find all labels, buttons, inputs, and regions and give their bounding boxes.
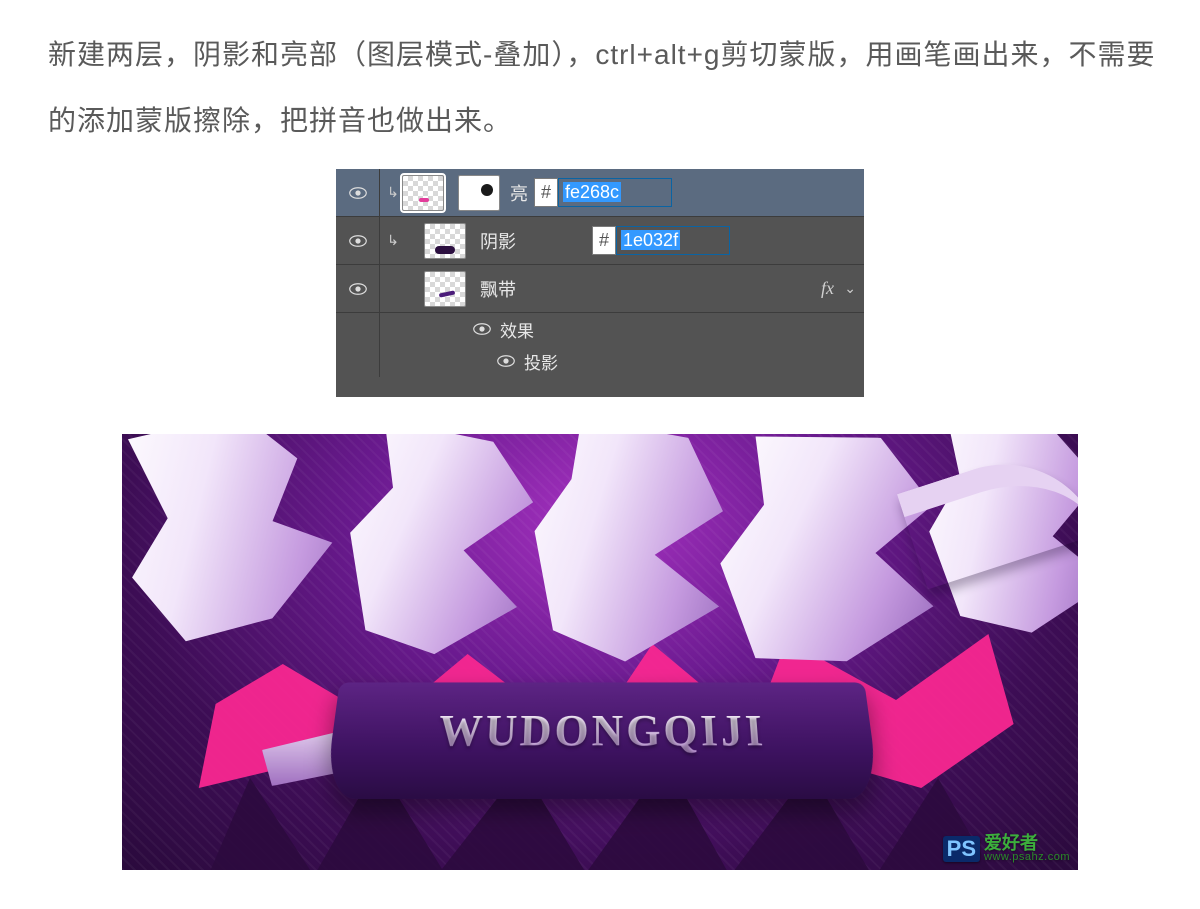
hex-color-input[interactable]: fe268c xyxy=(558,178,672,207)
ribbon-glyph xyxy=(516,434,749,672)
visibility-toggle[interactable] xyxy=(336,169,380,216)
watermark-line1: 爱好者 xyxy=(984,834,1070,853)
hex-color-input[interactable]: 1e032f xyxy=(616,226,730,255)
layers-panel: ↳ 亮 # fe268c ↳ 阴影 # 1e032f 飘带 fx ⌄ xyxy=(336,169,864,397)
layer-thumbnail[interactable] xyxy=(424,271,466,307)
effects-label: 效果 xyxy=(500,317,534,342)
visibility-toggle[interactable] xyxy=(336,265,380,312)
effects-row[interactable]: 效果 xyxy=(336,313,864,345)
layer-name-label: 亮 xyxy=(510,180,528,206)
layer-row-ribbon[interactable]: 飘带 fx ⌄ xyxy=(336,265,864,313)
fx-label: fx xyxy=(821,278,834,299)
layer-thumbnail[interactable] xyxy=(402,175,444,211)
layer-name-label: 阴影 xyxy=(480,228,516,254)
layer-row-highlight[interactable]: ↳ 亮 # fe268c xyxy=(336,169,864,217)
dropshadow-label: 投影 xyxy=(524,349,558,374)
watermark: PS 爱好者 www.psahz.com xyxy=(943,834,1070,864)
clip-indicator-icon: ↳ xyxy=(380,184,402,201)
ribbon-glyph xyxy=(324,434,560,671)
watermark-line2: www.psahz.com xyxy=(984,852,1070,864)
eye-icon xyxy=(497,355,515,367)
eye-icon xyxy=(349,283,367,295)
visibility-toggle[interactable] xyxy=(470,323,494,335)
layer-thumbnail[interactable] xyxy=(424,223,466,259)
eye-icon xyxy=(349,187,367,199)
ribbon-glyph xyxy=(122,434,383,657)
banner: WUDONGQIJI xyxy=(324,682,880,799)
mask-thumbnail[interactable] xyxy=(458,175,500,211)
visibility-placeholder xyxy=(336,345,380,377)
eye-icon xyxy=(349,235,367,247)
layer-row-shadow[interactable]: ↳ 阴影 # 1e032f xyxy=(336,217,864,265)
instruction-text: 新建两层，阴影和亮部（图层模式-叠加），ctrl+alt+g剪切蒙版，用画笔画出… xyxy=(48,22,1158,154)
hash-label: # xyxy=(592,226,616,255)
artwork-preview: WUDONGQIJI PS 爱好者 www.psahz.com xyxy=(122,434,1078,870)
chevron-down-icon[interactable]: ⌄ xyxy=(844,280,856,297)
dropshadow-row[interactable]: 投影 xyxy=(336,345,864,377)
clip-indicator-icon: ↳ xyxy=(380,232,402,249)
layer-name-label: 飘带 xyxy=(480,276,516,302)
hash-label: # xyxy=(534,178,558,207)
banner-text: WUDONGQIJI xyxy=(330,705,875,757)
visibility-toggle[interactable] xyxy=(336,217,380,264)
eye-icon xyxy=(473,323,491,335)
watermark-logo: PS xyxy=(943,836,980,862)
visibility-placeholder xyxy=(336,313,380,345)
visibility-toggle[interactable] xyxy=(494,355,518,367)
